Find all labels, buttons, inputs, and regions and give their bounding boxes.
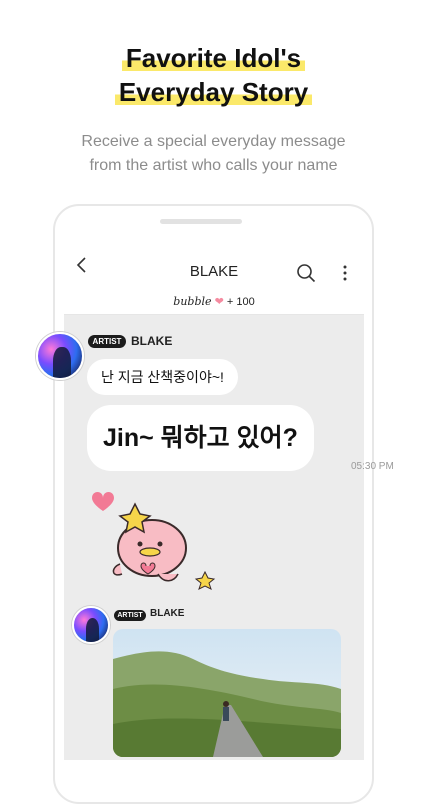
subtitle-line-2: from the artist who calls your name (89, 157, 338, 174)
headline: Favorite Idol's (0, 42, 427, 74)
bubble-count: + 100 (226, 296, 255, 308)
bubble-count-bar: bubble ❤ + 100 (64, 290, 364, 315)
heart-character-sticker (92, 492, 216, 590)
heart-icon: ❤ (214, 296, 224, 308)
avatar-figure (53, 347, 71, 378)
bubble-brand-label: bubble (173, 295, 212, 308)
more-vertical-icon[interactable] (341, 263, 349, 283)
headline-2: Everyday Story (0, 76, 427, 108)
sender-name: BLAKE (131, 334, 173, 348)
search-icon[interactable] (296, 263, 316, 283)
artist-avatar[interactable] (36, 332, 84, 380)
shared-photo[interactable] (113, 629, 341, 757)
headline-line-2: Everyday Story (114, 76, 313, 108)
headline-line-1: Favorite Idol's (121, 42, 306, 74)
artist-badge-2: ARTIST (114, 610, 146, 621)
message-timestamp: 05:30 PM (351, 461, 394, 472)
landscape-image (113, 629, 341, 757)
chat-bubble-small: 난 지금 산책중이야~! (87, 359, 238, 395)
subtitle-line-1: Receive a special everyday message (81, 133, 346, 150)
artist-badge: ARTIST (88, 335, 126, 348)
artist-avatar-2[interactable] (72, 606, 110, 644)
phone-speaker (160, 219, 242, 224)
sender-name-2: BLAKE (150, 608, 185, 619)
chat-app-bar: BLAKE (64, 240, 364, 290)
avatar-figure-2 (85, 618, 100, 642)
chat-bubble-large: Jin~ 뭐하고 있어? (87, 405, 314, 471)
